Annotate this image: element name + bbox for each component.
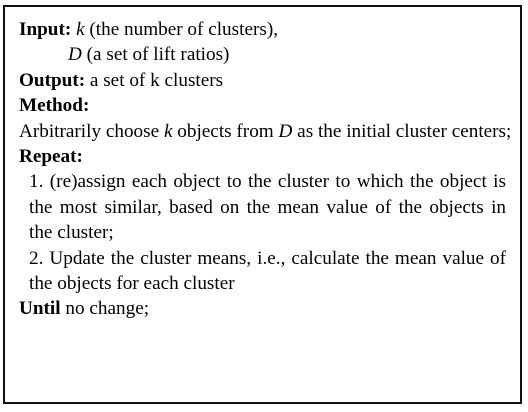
input-d-variable: D	[68, 44, 82, 66]
input-line-d: D (a set of lift ratios)	[19, 42, 506, 67]
until-line: Until no change;	[19, 296, 506, 321]
algorithm-box: Input: k (the number of clusters), D (a …	[3, 5, 522, 404]
step-2: 2. Update the cluster means, i.e., calcu…	[29, 247, 506, 295]
method-text-post: as the initial cluster centers;	[292, 120, 512, 142]
repeat-line: Repeat:	[19, 144, 506, 169]
output-label: Output:	[19, 69, 86, 91]
method-line: Method:	[19, 93, 506, 118]
until-description: no change;	[60, 298, 150, 320]
input-k-description: (the number of clusters),	[84, 19, 279, 40]
input-k-variable: k	[76, 19, 85, 40]
method-text-mid: objects from	[172, 120, 279, 142]
input-line-k: Input: k (the number of clusters),	[19, 17, 506, 42]
step-1: 1. (re)assign each object to the cluster…	[29, 171, 506, 244]
output-description: a set of k clusters	[85, 69, 224, 91]
input-label: Input:	[19, 19, 72, 40]
method-label: Method:	[19, 95, 90, 117]
until-label: Until	[19, 298, 61, 320]
method-d-variable: D	[278, 120, 293, 142]
repeat-label: Repeat:	[19, 146, 83, 168]
input-d-description: (a set of lift ratios)	[81, 44, 230, 66]
output-line: Output: a set of k clusters	[19, 68, 506, 93]
method-text-pre: Arbitrarily choose	[19, 120, 164, 142]
method-description: Arbitrarily choose k objects from D as t…	[19, 119, 511, 144]
